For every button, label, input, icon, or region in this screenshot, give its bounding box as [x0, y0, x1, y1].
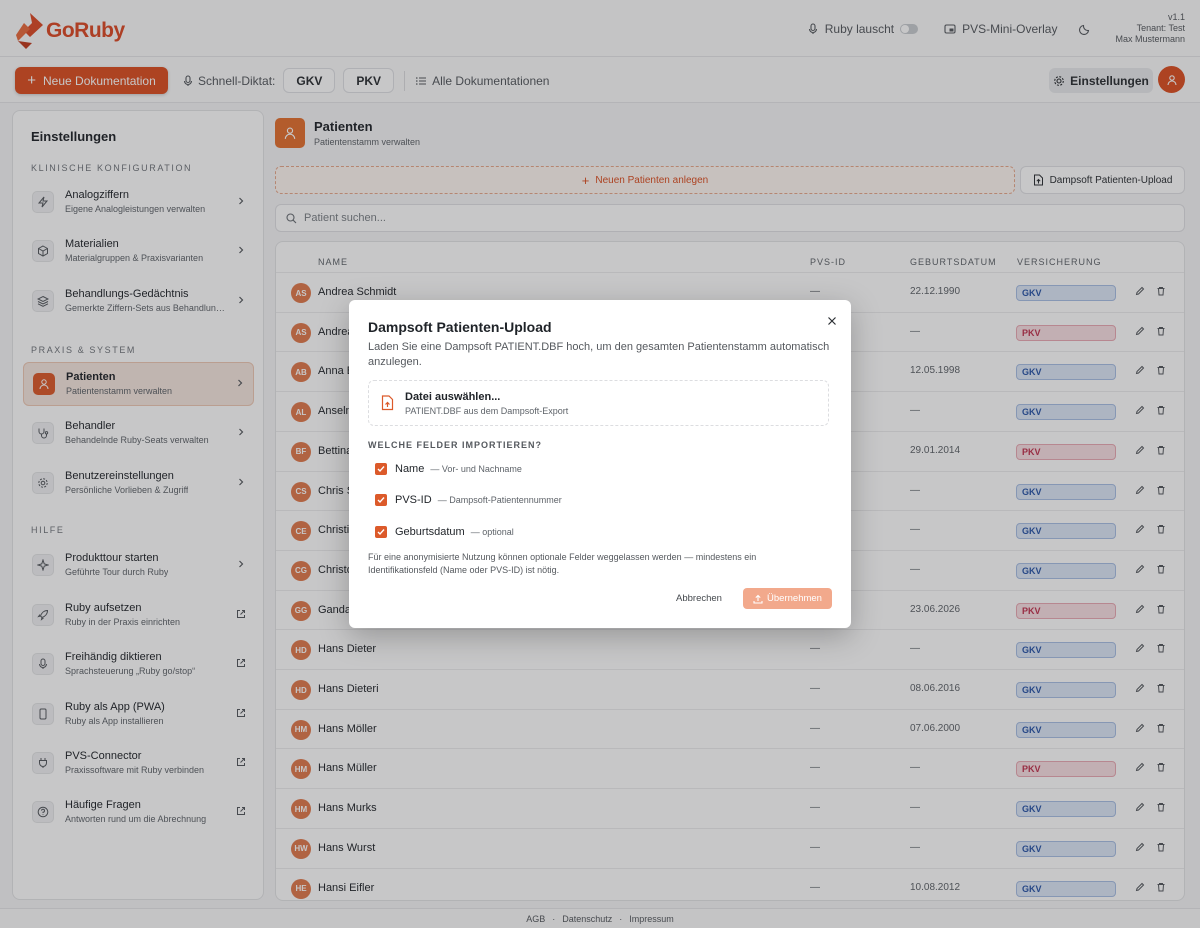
upload-icon: [753, 594, 763, 604]
field-pvs-id-checkbox-row[interactable]: PVS-ID — Dampsoft-Patientennummer: [375, 494, 562, 506]
fields-heading: WELCHE FELDER IMPORTIEREN?: [368, 440, 542, 450]
field-name-checkbox-row[interactable]: Name — Vor- und Nachname: [375, 463, 522, 475]
field-label: PVS-ID: [395, 494, 432, 506]
dampsoft-upload-dialog: Dampsoft Patienten-Upload Laden Sie eine…: [349, 300, 851, 628]
file-select-hint: PATIENT.DBF aus dem Dampsoft-Export: [405, 406, 569, 416]
field-hint: — optional: [470, 527, 514, 537]
file-select-title: Datei auswählen...: [405, 391, 501, 403]
check-icon: [377, 497, 385, 504]
checkbox-checked[interactable]: [375, 526, 387, 538]
dialog-note: Für eine anonymisierte Nutzung können op…: [368, 552, 757, 575]
field-label: Name: [395, 463, 425, 475]
file-select-dropzone[interactable]: Datei auswählen... PATIENT.DBF aus dem D…: [368, 380, 829, 426]
field-hint: — Dampsoft-Patientennummer: [437, 495, 562, 505]
dialog-title: Dampsoft Patienten-Upload: [368, 319, 552, 335]
field-hint: — Vor- und Nachname: [430, 464, 522, 474]
check-icon: [377, 529, 385, 536]
check-icon: [377, 466, 385, 473]
file-upload-icon: [381, 395, 394, 411]
cancel-button[interactable]: Abbrechen: [676, 588, 722, 609]
checkbox-checked[interactable]: [375, 494, 387, 506]
checkbox-checked[interactable]: [375, 463, 387, 475]
field-birthdate-checkbox-row[interactable]: Geburtsdatum — optional: [375, 526, 514, 538]
dialog-description: Laden Sie eine Dampsoft PATIENT.DBF hoch…: [368, 341, 830, 368]
confirm-button[interactable]: Übernehmen: [743, 588, 832, 609]
close-icon[interactable]: [827, 313, 837, 331]
confirm-label: Übernehmen: [767, 593, 822, 604]
field-label: Geburtsdatum: [395, 526, 465, 538]
